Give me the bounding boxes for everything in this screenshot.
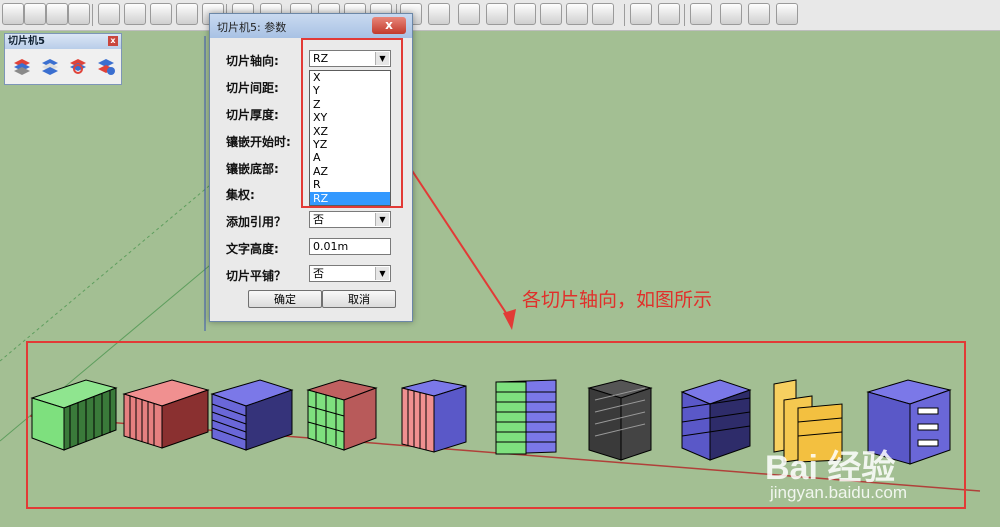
- flatten-value: 否: [313, 267, 324, 280]
- label-set: 集权:: [226, 188, 255, 202]
- chevron-down-icon[interactable]: ▼: [375, 213, 389, 226]
- text-height-input[interactable]: 0.01m: [309, 238, 391, 255]
- label-spacing: 切片间距:: [226, 81, 279, 95]
- dropdown-highlight-frame: [301, 38, 403, 208]
- label-thickness: 切片厚度:: [226, 108, 279, 122]
- watermark-brand: Bai 经验: [765, 449, 896, 487]
- annotation-text: 各切片轴向，如图所示: [522, 289, 713, 311]
- label-flatten: 切片平铺？: [226, 269, 287, 283]
- add-ref-value: 否: [313, 213, 324, 226]
- label-text-height: 文字高度:: [226, 242, 279, 256]
- dialog-titlebar[interactable]: 切片机5: 参数 x: [210, 14, 412, 38]
- chevron-down-icon[interactable]: ▼: [375, 267, 389, 280]
- close-button[interactable]: x: [372, 17, 406, 34]
- add-ref-select[interactable]: 否 ▼: [309, 211, 391, 228]
- watermark-url: jingyan.baidu.com: [770, 483, 908, 502]
- flatten-select[interactable]: 否 ▼: [309, 265, 391, 282]
- label-inlay-start: 镶嵌开始时:: [226, 135, 291, 149]
- cancel-button[interactable]: 取消: [322, 290, 396, 308]
- ok-button[interactable]: 确定: [248, 290, 322, 308]
- label-inlay-bottom: 镶嵌底部:: [226, 162, 279, 176]
- dialog-title: 切片机5: 参数: [217, 21, 287, 34]
- label-axis: 切片轴向:: [226, 54, 279, 68]
- label-add-ref: 添加引用？: [226, 215, 287, 229]
